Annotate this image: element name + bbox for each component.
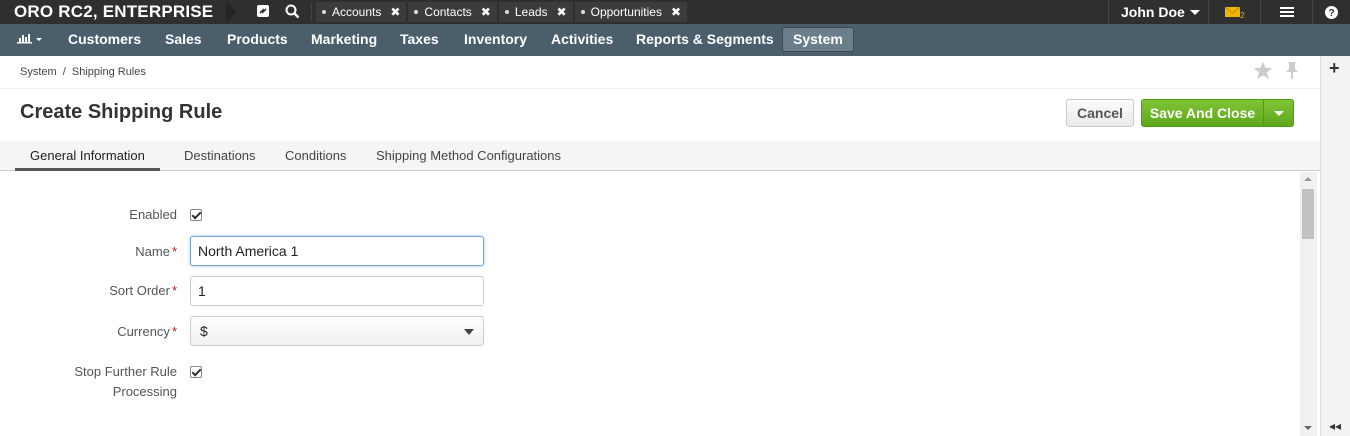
pinned-tab-contacts[interactable]: Contacts ✖ [408, 2, 497, 22]
pinned-tabs: Accounts ✖ Contacts ✖ Leads ✖ Opportunit… [316, 2, 689, 22]
nav-customers[interactable]: Customers [68, 24, 141, 56]
currency-label-text: Currency [117, 324, 170, 339]
sort-order-label: Sort Order * [109, 281, 177, 301]
search-icon[interactable] [285, 4, 301, 20]
nav-taxes[interactable]: Taxes [400, 24, 439, 56]
mail-button[interactable]: 2 [1208, 0, 1260, 24]
required-marker: * [171, 244, 177, 259]
nav-inventory[interactable]: Inventory [464, 24, 527, 56]
close-icon[interactable]: ✖ [481, 5, 491, 19]
pinned-tab-accounts[interactable]: Accounts ✖ [316, 2, 407, 22]
main-nav: Customers Sales Products Marketing Taxes… [0, 24, 1350, 56]
sort-order-label-text: Sort Order [109, 283, 170, 298]
header-divider [0, 88, 1320, 89]
nav-marketing[interactable]: Marketing [311, 24, 377, 56]
bullet-icon [504, 10, 509, 14]
top-bar: ORO RC2, ENTERPRISE Accounts ✖ Contacts … [0, 0, 1350, 24]
scroll-thumb[interactable] [1302, 189, 1314, 239]
dashboard-menu[interactable] [17, 24, 43, 56]
nav-sales[interactable]: Sales [165, 24, 202, 56]
user-name: John Doe [1121, 4, 1185, 20]
content-scrollbar[interactable] [1300, 172, 1317, 436]
svg-text:?: ? [1328, 8, 1334, 19]
page-title: Create Shipping Rule [20, 101, 223, 123]
brand-divider [226, 0, 236, 24]
right-sidebar [1320, 56, 1350, 436]
tab-general-information[interactable]: General Information [15, 141, 160, 171]
close-icon[interactable]: ✖ [671, 5, 681, 19]
main-menu-button[interactable] [1260, 0, 1312, 24]
section-tabs: General Information Destinations Conditi… [0, 141, 1320, 171]
enabled-checkbox[interactable] [190, 209, 202, 221]
cancel-button[interactable]: Cancel [1066, 99, 1134, 127]
tab-shipping-method-configurations[interactable]: Shipping Method Configurations [376, 141, 561, 171]
plus-icon[interactable]: + [1329, 58, 1340, 79]
save-options-toggle[interactable] [1263, 99, 1294, 127]
currency-label: Currency * [117, 322, 177, 342]
pinned-tab-label: Accounts [332, 5, 382, 19]
name-label-text: Name [135, 244, 170, 259]
bullet-icon [414, 10, 419, 14]
help-button[interactable]: ? [1312, 0, 1350, 24]
pinned-tab-leads[interactable]: Leads ✖ [498, 2, 573, 22]
stop-processing-checkbox[interactable] [190, 366, 202, 378]
collapse-icon[interactable]: ◂◂ [1329, 419, 1341, 433]
app-brand[interactable]: ORO RC2, ENTERPRISE [14, 2, 213, 22]
save-and-close-button[interactable]: Save And Close [1141, 99, 1264, 127]
currency-value: $ [200, 323, 208, 339]
bullet-icon [322, 10, 326, 14]
chevron-down-icon [1274, 111, 1284, 116]
stop-processing-label: Stop Further Rule Processing [74, 362, 177, 402]
topbar-divider [311, 3, 312, 21]
enabled-label: Enabled [129, 207, 177, 222]
required-marker: * [171, 324, 177, 339]
nav-reports-segments[interactable]: Reports & Segments [636, 24, 774, 56]
currency-select[interactable]: $ [190, 316, 484, 346]
tab-conditions[interactable]: Conditions [285, 141, 346, 171]
breadcrumb-separator: / [62, 66, 66, 78]
stop-processing-label-line1: Stop Further Rule [74, 364, 177, 379]
pinned-tab-opportunities[interactable]: Opportunities ✖ [574, 2, 688, 22]
help-icon: ? [1325, 5, 1338, 19]
breadcrumb-system[interactable]: System [20, 66, 57, 78]
breadcrumb-shipping-rules[interactable]: Shipping Rules [72, 66, 146, 78]
bullet-icon [580, 10, 585, 14]
sort-order-input[interactable] [190, 276, 484, 306]
user-menu[interactable]: John Doe [1108, 0, 1208, 24]
pinned-tab-label: Opportunities [590, 5, 662, 19]
nav-system[interactable]: System [782, 27, 854, 52]
breadcrumb: System / Shipping Rules [20, 66, 146, 78]
tab-destinations[interactable]: Destinations [184, 141, 256, 171]
close-icon[interactable]: ✖ [557, 5, 567, 19]
name-label: Name * [135, 242, 177, 262]
stop-processing-label-line2: Processing [112, 384, 177, 399]
scroll-down-icon[interactable] [1304, 426, 1312, 430]
hamburger-icon [1279, 7, 1294, 17]
name-input[interactable] [190, 236, 484, 266]
history-icon[interactable] [256, 4, 272, 20]
scroll-up-icon[interactable] [1304, 177, 1312, 181]
chart-icon [17, 34, 42, 44]
pinned-tab-label: Contacts [424, 5, 472, 19]
nav-products[interactable]: Products [227, 24, 288, 56]
pinned-tab-label: Leads [514, 5, 548, 19]
nav-activities[interactable]: Activities [551, 24, 613, 56]
favorite-star-icon[interactable] [1253, 61, 1273, 85]
chevron-down-icon [464, 329, 474, 335]
chevron-down-icon [1189, 9, 1200, 15]
pin-icon[interactable] [1284, 61, 1300, 85]
required-marker: * [171, 283, 177, 298]
close-icon[interactable]: ✖ [390, 5, 400, 19]
mail-count: 2 [1240, 10, 1245, 20]
